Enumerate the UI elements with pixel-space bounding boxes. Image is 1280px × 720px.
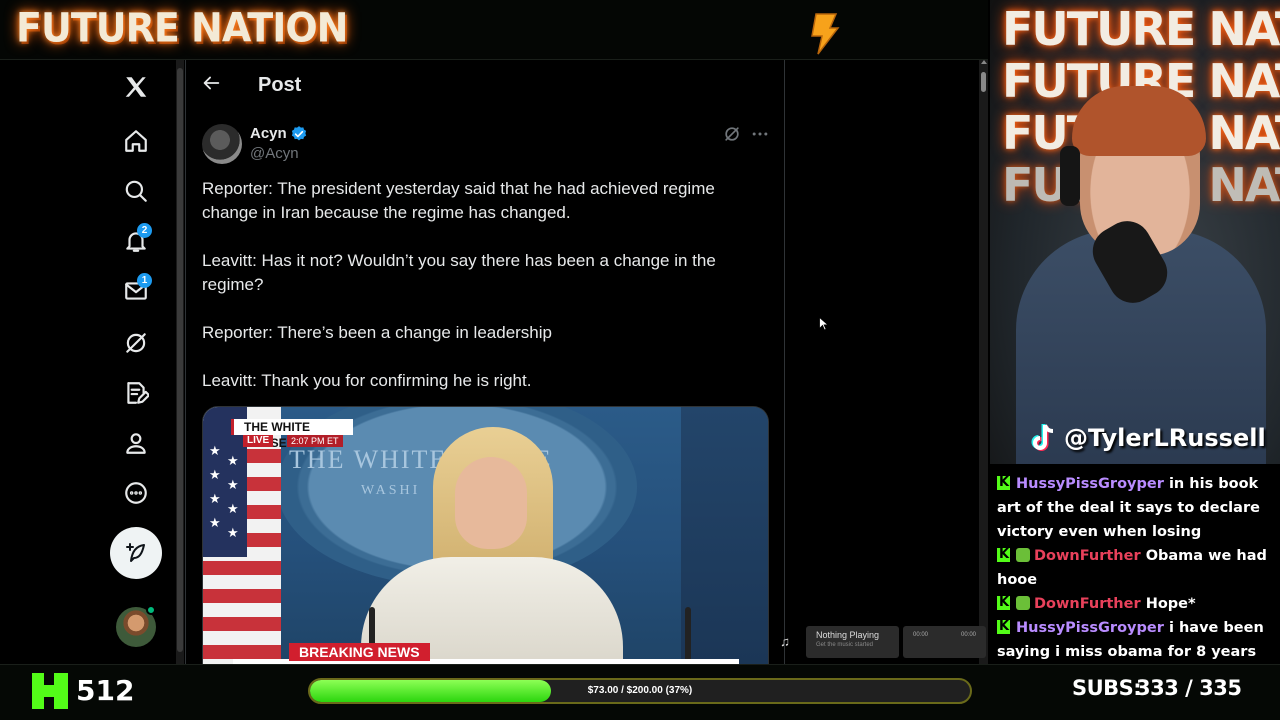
chat-username[interactable]: HussyPissGroyper <box>1016 620 1164 636</box>
news-chyron: THE WHITE HOUSE LIVE 2:07 PM ET <box>231 419 353 450</box>
total-time: 00:00 <box>960 632 976 638</box>
goal-text: $73.00 / $200.00 (37%) <box>587 685 693 696</box>
live-badge: LIVE <box>243 435 274 447</box>
post-paragraph: Reporter: There’s been a change in leade… <box>202 323 552 342</box>
brand-logo: FUTURE NATION <box>16 4 348 52</box>
kick-logo-icon <box>32 673 68 709</box>
chat-message: HussyPissGroyper i have been saying i mi… <box>997 615 1272 664</box>
post-paragraph: Reporter: The president yesterday said t… <box>202 179 715 222</box>
post-paragraph: Leavitt: Has it not? Wouldn’t you say th… <box>202 251 716 294</box>
sub-badge-icon <box>1016 596 1030 610</box>
bell-icon[interactable]: 2 <box>116 221 156 261</box>
search-icon[interactable] <box>116 171 156 211</box>
now-playing-subtitle: Get the music started <box>816 642 874 648</box>
now-playing-title: Nothing Playing <box>816 630 880 640</box>
chat-message: DownFurther Obama we had hooe <box>997 543 1272 592</box>
profile-icon[interactable] <box>116 423 156 463</box>
chat-panel: HussyPissGroyper in his book art of the … <box>990 464 1280 664</box>
webcam-feed: FUTURE NATION FUTURE NATION FUTURE NATIO… <box>990 0 1280 464</box>
author-handle[interactable]: @Acyn <box>250 145 299 162</box>
kick-badge-icon <box>997 471 1010 495</box>
kick-badge-icon <box>997 591 1010 615</box>
tiktok-tag: @TylerLRussell <box>1028 421 1266 455</box>
tiktok-handle: @TylerLRussell <box>1064 424 1266 452</box>
chat-username[interactable]: DownFurther <box>1034 596 1141 612</box>
chat-message: HussyPissGroyper in his book art of the … <box>997 471 1272 544</box>
kick-badge-icon <box>997 543 1010 567</box>
donation-goal-bar: $73.00 / $200.00 (37%) <box>308 678 972 704</box>
x-logo-icon[interactable] <box>116 67 156 107</box>
chyron-title: THE WHITE HOUSE <box>231 419 353 450</box>
mouse-cursor-icon <box>819 317 829 331</box>
tiktok-logo-icon <box>1031 424 1054 451</box>
chat-username[interactable]: HussyPissGroyper <box>1016 476 1164 492</box>
subs-count: 333 / 335 <box>1136 676 1242 700</box>
scroll-up-arrow-icon[interactable] <box>981 60 987 64</box>
author-avatar[interactable] <box>202 124 242 164</box>
subs-label: SUBS: <box>1072 676 1142 700</box>
page-title: Post <box>258 74 302 96</box>
online-indicator <box>146 605 156 615</box>
scrollbar-thumb[interactable] <box>981 72 986 92</box>
feather-plus-icon <box>126 543 145 562</box>
headphones <box>1060 146 1080 206</box>
viewer-count: 512 <box>76 674 135 707</box>
streamer-hair <box>1072 86 1206 156</box>
playback-progress[interactable]: 00:00 00:00 <box>903 626 986 658</box>
post-video[interactable]: THE WHITE HOUSE WASHI ★ ★ ★ ★ ★ ★ ★ ★ THE WH… <box>202 406 769 664</box>
edit-list-icon[interactable] <box>116 373 156 413</box>
seal-subtext: WASHI <box>361 483 421 498</box>
grok-icon[interactable] <box>116 323 156 363</box>
more-circle-icon[interactable] <box>116 473 156 513</box>
post-column: Post Acyn @Acyn Reporter: The president … <box>185 60 785 664</box>
lightning-icon <box>811 13 840 55</box>
speaker-face <box>455 457 527 549</box>
now-playing-card[interactable]: Nothing Playing Get the music started <box>806 626 899 658</box>
sub-badge-icon <box>1016 548 1030 562</box>
x-sidebar: 2 1 <box>0 60 176 664</box>
more-options-icon[interactable] <box>750 124 772 146</box>
post-text: Reporter: The president yesterday said t… <box>202 177 762 417</box>
elapsed-time: 00:00 <box>913 632 929 638</box>
chat-message: DownFurther Hope* <box>997 591 1272 616</box>
music-note-icon[interactable]: ♫ <box>773 630 797 654</box>
messages-badge: 1 <box>137 273 152 288</box>
verified-badge-icon <box>291 126 307 141</box>
browser-viewport: 2 1 Post Acyn @Acyn Reporter: The presid… <box>0 60 988 664</box>
chat-username[interactable]: DownFurther <box>1034 548 1141 564</box>
grok-explain-icon[interactable] <box>722 124 744 146</box>
chyron-time: 2:07 PM ET <box>287 435 343 447</box>
author-name[interactable]: Acyn <box>250 125 287 142</box>
chat-text: Hope* <box>1145 596 1196 612</box>
background-panel <box>681 407 768 664</box>
compose-post-button[interactable] <box>110 527 162 579</box>
overlay-top-bar: FUTURE NATION <box>0 0 988 60</box>
post-paragraph: Leavitt: Thank you for confirming he is … <box>202 371 532 390</box>
sidebar-scrollbar[interactable] <box>176 60 184 664</box>
notifications-badge: 2 <box>137 223 152 238</box>
page-scrollbar[interactable] <box>979 60 988 664</box>
back-arrow-icon[interactable] <box>200 72 226 98</box>
post-header: Post <box>186 60 784 112</box>
breaking-news-banner: BREAKING NEWS <box>289 643 430 661</box>
home-icon[interactable] <box>116 121 156 161</box>
cam-backdrop-text: FUTURE NATION <box>1002 2 1280 56</box>
mail-icon[interactable]: 1 <box>116 271 156 311</box>
microphone <box>685 607 691 664</box>
kick-badge-icon <box>997 615 1010 639</box>
